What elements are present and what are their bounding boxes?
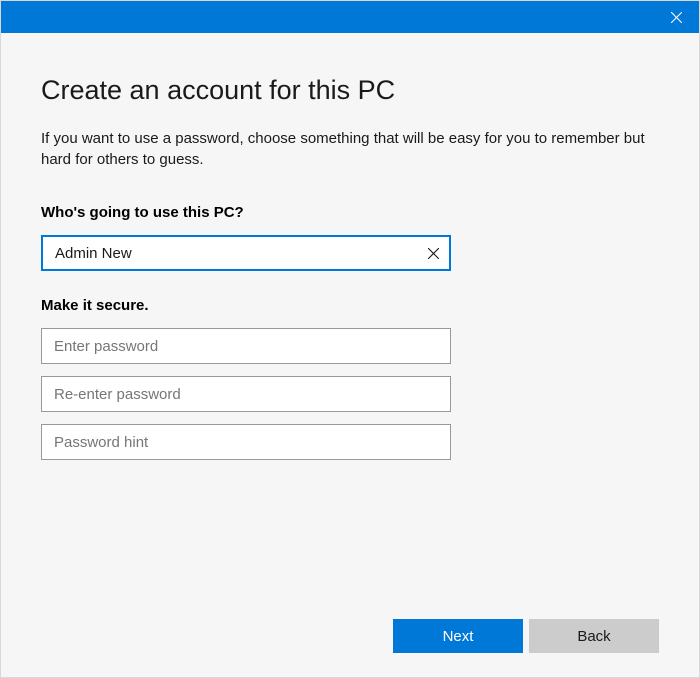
user-section: Who's going to use this PC?	[41, 204, 659, 271]
secure-section-label: Make it secure.	[41, 297, 659, 314]
secure-section: Make it secure.	[41, 297, 659, 460]
title-bar	[1, 1, 699, 33]
next-button[interactable]: Next	[393, 619, 523, 653]
repassword-input[interactable]	[41, 376, 451, 412]
content-area: Create an account for this PC If you wan…	[1, 33, 699, 460]
back-button[interactable]: Back	[529, 619, 659, 653]
user-section-label: Who's going to use this PC?	[41, 204, 659, 221]
footer-buttons: Next Back	[393, 619, 659, 653]
password-hint-input[interactable]	[41, 424, 451, 460]
page-title: Create an account for this PC	[41, 75, 659, 106]
username-input[interactable]	[41, 235, 451, 271]
password-input[interactable]	[41, 328, 451, 364]
close-icon	[671, 12, 682, 23]
page-subtitle: If you want to use a password, choose so…	[41, 128, 659, 170]
username-input-wrap	[41, 235, 451, 271]
clear-icon	[428, 248, 439, 259]
close-button[interactable]	[653, 1, 699, 33]
account-setup-window: Create an account for this PC If you wan…	[0, 0, 700, 678]
clear-username-button[interactable]	[417, 237, 449, 269]
